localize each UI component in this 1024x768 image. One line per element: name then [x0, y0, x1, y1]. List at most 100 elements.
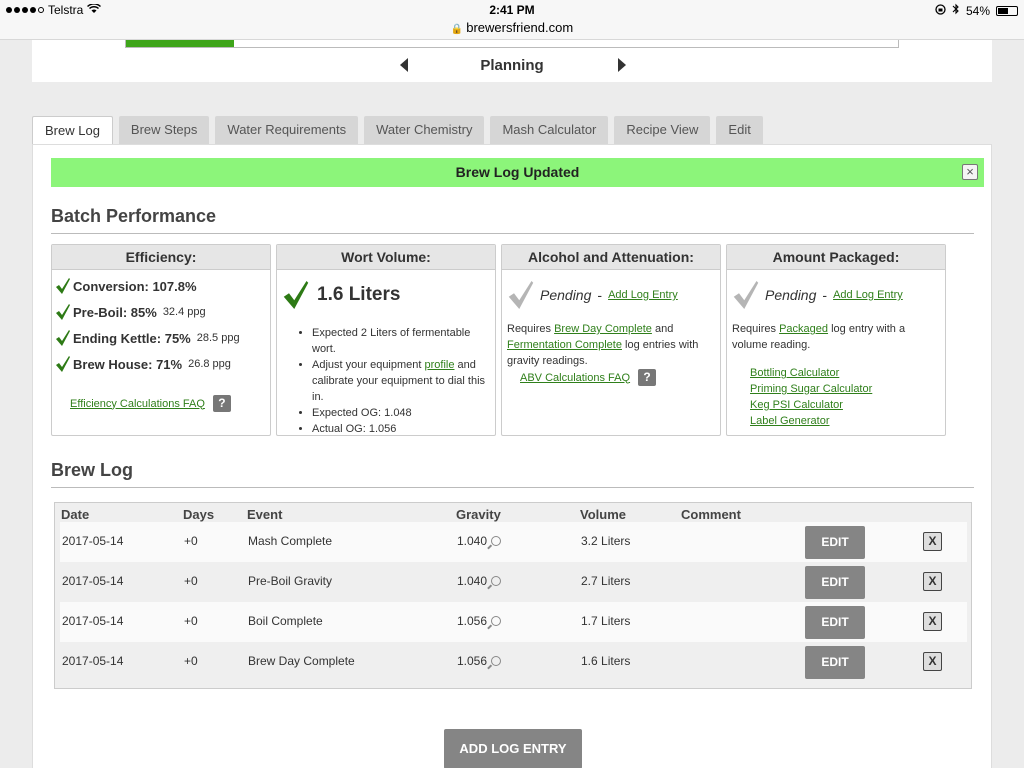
- pending-check-icon: [508, 281, 534, 309]
- status-bar: Telstra 2:41 PM 54%: [0, 0, 1024, 20]
- tab-edit[interactable]: Edit: [716, 116, 763, 144]
- efficiency-faq: Efficiency Calculations FAQ ?: [70, 395, 231, 412]
- profile-link[interactable]: profile: [425, 359, 455, 371]
- pending-check-icon: [733, 281, 759, 309]
- bottling-calculator-link[interactable]: Bottling Calculator: [750, 367, 839, 379]
- delete-button[interactable]: X: [923, 612, 942, 631]
- row-date: 2017-05-14: [62, 574, 124, 588]
- brew-log-panel: Brew Log Updated × Batch Performance Eff…: [32, 144, 992, 768]
- edit-button[interactable]: EDIT: [805, 606, 865, 639]
- label-generator-link[interactable]: Label Generator: [750, 415, 830, 427]
- row-event: Mash Complete: [248, 534, 333, 548]
- batch-performance-heading: Batch Performance: [51, 206, 217, 226]
- tab-recipe-view[interactable]: Recipe View: [614, 116, 711, 144]
- row-days: +0: [184, 654, 198, 668]
- packaged-requirements: Requires Packaged log entry with a volum…: [732, 323, 906, 351]
- magnifier-icon[interactable]: [491, 536, 502, 546]
- notice-text: Brew Log Updated: [455, 164, 580, 180]
- packaged-link[interactable]: Packaged: [779, 323, 828, 335]
- wort-volume-notes: Expected 2 Liters of fermentable wort. A…: [312, 325, 492, 437]
- wort-volume-box: Wort Volume: 1.6 Liters Expected 2 Liter…: [276, 244, 496, 436]
- tab-brew-steps[interactable]: Brew Steps: [118, 116, 210, 144]
- magnifier-icon[interactable]: [491, 656, 502, 666]
- packaging-tools: Bottling Calculator Priming Sugar Calcul…: [750, 365, 872, 429]
- row-event: Pre-Boil Gravity: [248, 574, 333, 588]
- list-item: Expected 2 Liters of fermentable wort.: [312, 325, 492, 357]
- lock-rotation-icon: [935, 3, 946, 18]
- edit-button[interactable]: EDIT: [805, 646, 865, 679]
- row-days: +0: [184, 574, 198, 588]
- edit-button[interactable]: EDIT: [805, 566, 865, 599]
- add-log-entry-link[interactable]: Add Log Entry: [608, 289, 678, 301]
- magnifier-icon[interactable]: [491, 616, 502, 626]
- stage-title: Planning: [480, 57, 544, 74]
- row-date: 2017-05-14: [62, 654, 124, 668]
- progress-fill: [126, 40, 235, 47]
- row-volume: 1.7 Liters: [581, 614, 631, 628]
- row-event: Boil Complete: [248, 614, 323, 628]
- check-icon: [56, 356, 70, 372]
- keg-psi-calculator-link[interactable]: Keg PSI Calculator: [750, 399, 843, 411]
- brew-log-table: Date Days Event Gravity Volume Comment 2…: [54, 502, 972, 689]
- tab-water-chemistry[interactable]: Water Chemistry: [364, 116, 485, 144]
- alcohol-requirements: Requires Brew Day Complete and Fermentat…: [507, 323, 699, 367]
- tab-bar: Brew Log Brew Steps Water Requirements W…: [32, 116, 769, 145]
- row-gravity: 1.056: [457, 614, 502, 628]
- efficiency-faq-link[interactable]: Efficiency Calculations FAQ: [70, 398, 205, 410]
- fermentation-complete-link[interactable]: Fermentation Complete: [507, 339, 622, 351]
- brew-day-complete-link[interactable]: Brew Day Complete: [554, 323, 652, 335]
- table-row: 2017-05-14 +0 Brew Day Complete 1.056 1.…: [60, 642, 967, 682]
- row-days: +0: [184, 614, 198, 628]
- alcohol-title: Alcohol and Attenuation:: [502, 245, 720, 270]
- efficiency-box: Efficiency: Conversion: 107.8% Pre-Boil:…: [51, 244, 271, 436]
- url-text: brewersfriend.com: [466, 20, 574, 35]
- efficiency-row: Conversion: 107.8%: [56, 278, 197, 294]
- delete-button[interactable]: X: [923, 572, 942, 591]
- delete-button[interactable]: X: [923, 532, 942, 551]
- check-icon: [56, 330, 70, 346]
- table-row: 2017-05-14 +0 Boil Complete 1.056 1.7 Li…: [60, 602, 967, 642]
- packaged-title: Amount Packaged:: [727, 245, 945, 270]
- magnifier-icon[interactable]: [491, 576, 502, 586]
- add-log-entry-link[interactable]: Add Log Entry: [833, 289, 903, 301]
- stage-progress-bar: [125, 40, 899, 48]
- add-log-entry-button[interactable]: ADD LOG ENTRY: [444, 729, 582, 768]
- row-date: 2017-05-14: [62, 534, 124, 548]
- divider: [51, 233, 974, 234]
- table-row: 2017-05-14 +0 Mash Complete 1.040 3.2 Li…: [60, 522, 967, 562]
- table-row: 2017-05-14 +0 Pre-Boil Gravity 1.040 2.7…: [60, 562, 967, 602]
- edit-button[interactable]: EDIT: [805, 526, 865, 559]
- lock-icon: 🔒: [450, 24, 464, 35]
- alcohol-attenuation-box: Alcohol and Attenuation: Pending - Add Lo…: [501, 244, 721, 436]
- tab-mash-calculator[interactable]: Mash Calculator: [490, 116, 609, 144]
- tab-brew-log[interactable]: Brew Log: [32, 116, 113, 145]
- wort-volume-value: 1.6 Liters: [283, 281, 400, 309]
- brew-stage-card: Planning: [32, 40, 992, 82]
- close-notice-button[interactable]: ×: [962, 164, 978, 180]
- address-bar[interactable]: 🔒 brewersfriend.com: [0, 20, 1024, 40]
- column-header-event: Event: [247, 507, 283, 522]
- check-icon: [56, 278, 70, 294]
- help-button[interactable]: ?: [212, 395, 231, 412]
- row-days: +0: [184, 534, 198, 548]
- tab-water-requirements[interactable]: Water Requirements: [215, 116, 359, 144]
- column-header-days: Days: [183, 507, 215, 522]
- column-header-volume: Volume: [580, 507, 626, 522]
- priming-sugar-calculator-link[interactable]: Priming Sugar Calculator: [750, 383, 872, 395]
- list-item: Expected OG: 1.048: [312, 405, 492, 421]
- row-gravity: 1.040: [457, 574, 502, 588]
- delete-button[interactable]: X: [923, 652, 942, 671]
- next-stage-arrow-icon[interactable]: [618, 58, 626, 72]
- column-header-date: Date: [61, 507, 90, 522]
- help-button[interactable]: ?: [638, 369, 657, 386]
- bluetooth-icon: [952, 3, 960, 18]
- column-header-comment: Comment: [681, 507, 741, 522]
- row-event: Brew Day Complete: [248, 654, 355, 668]
- list-item: Adjust your equipment profile and calibr…: [312, 357, 492, 405]
- efficiency-row: Pre-Boil: 85% 32.4 ppg: [56, 304, 206, 320]
- battery-icon: [996, 5, 1018, 16]
- abv-faq-link[interactable]: ABV Calculations FAQ: [520, 372, 630, 384]
- brew-log-heading: Brew Log: [51, 460, 134, 480]
- row-volume: 3.2 Liters: [581, 534, 631, 548]
- row-gravity: 1.056: [457, 654, 502, 668]
